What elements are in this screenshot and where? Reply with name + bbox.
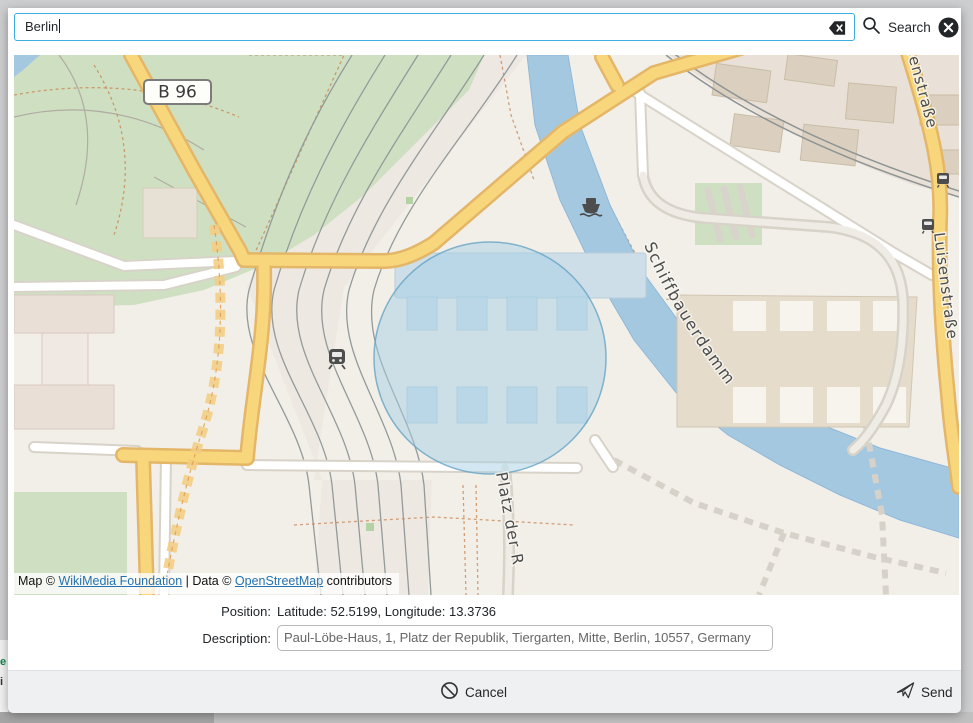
screen: e i Berlin Search [0, 0, 973, 723]
close-icon [938, 26, 959, 41]
cancel-icon [440, 681, 459, 703]
search-input-value: Berlin [25, 19, 58, 34]
search-button-label: Search [888, 20, 931, 35]
attribution-text: contributors [323, 574, 392, 588]
map-attribution: Map © WikiMedia Foundation | Data © Open… [14, 573, 399, 594]
map-canvas: Schiffbauerdamm Luisenstraße Luisenstraß… [14, 55, 959, 595]
search-input[interactable]: Berlin [14, 13, 855, 41]
search-button[interactable]: Search [862, 15, 931, 39]
svg-text:B 96: B 96 [158, 83, 197, 103]
position-value: Latitude: 52.5199, Longitude: 13.3736 [277, 604, 496, 619]
location-picker-dialog: Berlin Search [8, 8, 961, 712]
attribution-text: Map © [18, 574, 58, 588]
wikimedia-link[interactable]: WikiMedia Foundation [58, 574, 182, 588]
description-label: Description: [151, 631, 271, 646]
building-in-park [143, 188, 197, 238]
road-badge: B 96 [144, 80, 211, 104]
description-input[interactable]: Paul-Löbe-Haus, 1, Platz der Republik, T… [277, 625, 773, 651]
background-text-fragment: e [0, 656, 7, 669]
background-window-sidebar [0, 712, 214, 723]
footer-bar: Cancel Send [8, 670, 961, 713]
send-button[interactable]: Send [892, 679, 957, 705]
attribution-text: | Data © [182, 574, 235, 588]
close-dialog-button[interactable] [938, 17, 959, 38]
cancel-button-label: Cancel [465, 685, 507, 700]
text-caret [59, 19, 60, 33]
background-text-fragment: i [0, 676, 7, 689]
openstreetmap-link[interactable]: OpenStreetMap [235, 574, 323, 588]
send-button-label: Send [921, 685, 953, 700]
search-icon [862, 16, 881, 38]
cancel-button[interactable]: Cancel [436, 679, 511, 705]
selected-location-circle [374, 242, 606, 474]
clear-text-icon[interactable] [828, 19, 846, 37]
map-view[interactable]: Schiffbauerdamm Luisenstraße Luisenstraß… [14, 55, 959, 595]
position-label: Position: [151, 604, 271, 619]
send-icon [896, 681, 915, 703]
